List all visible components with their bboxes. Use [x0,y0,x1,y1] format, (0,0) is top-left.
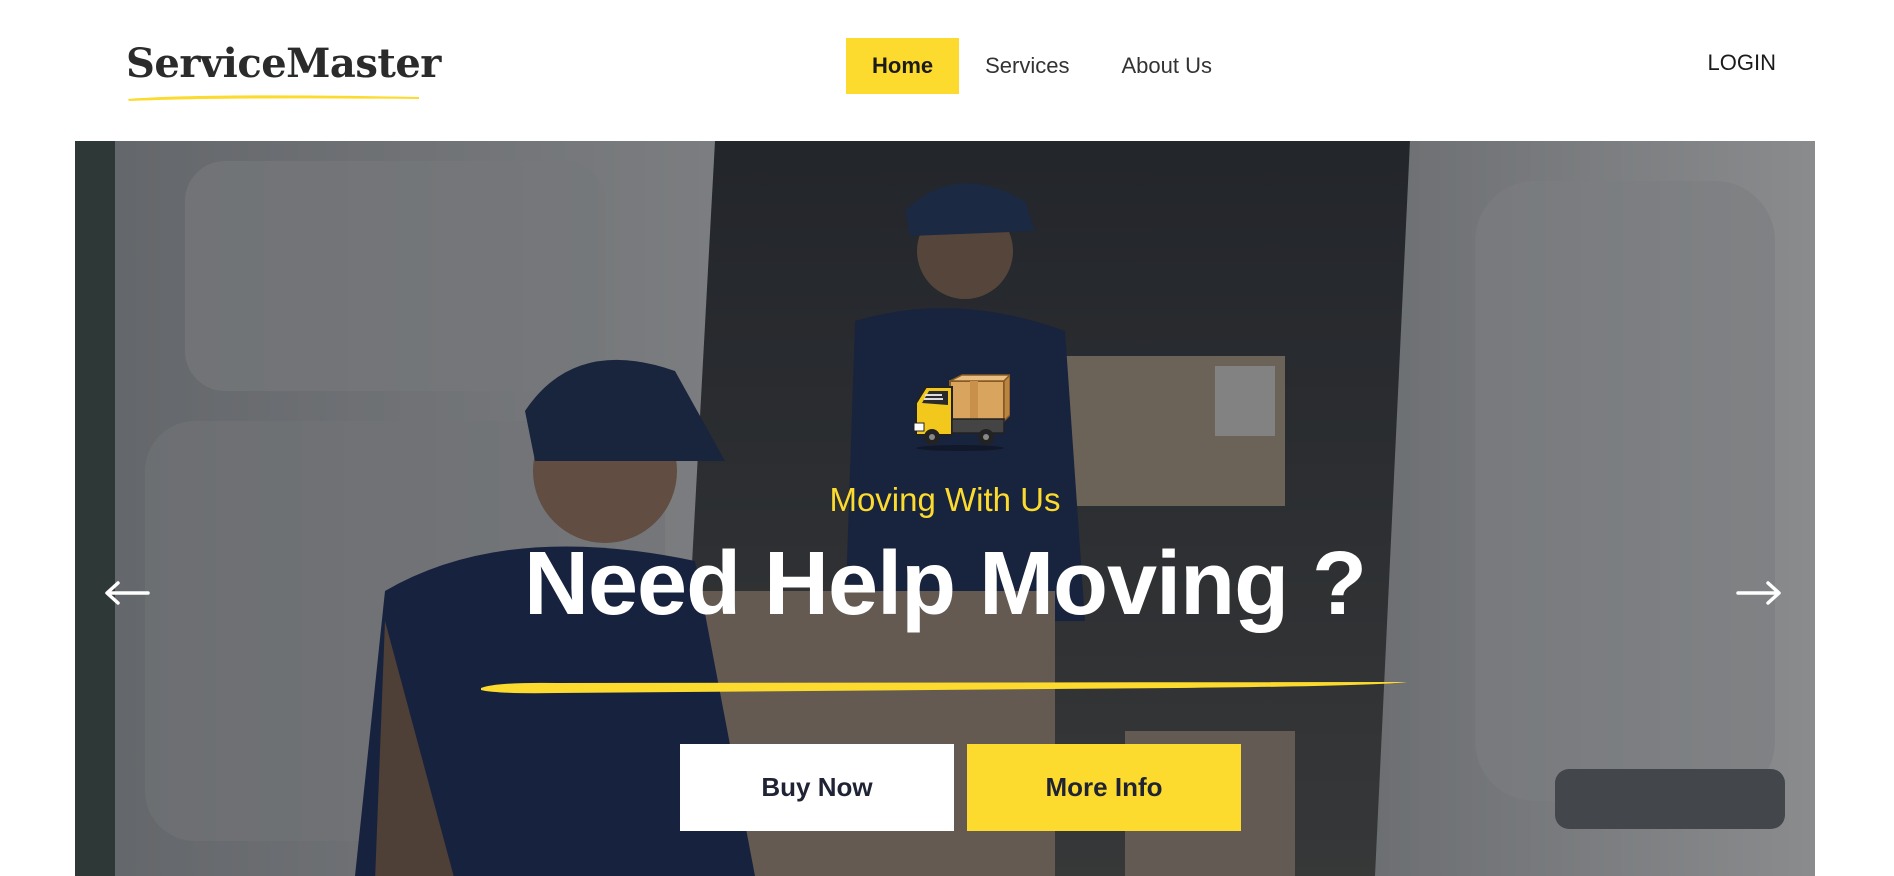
login-link[interactable]: LOGIN [1708,50,1776,76]
hero-subtitle: Moving With Us [829,481,1061,518]
nav-item-label: Services [985,53,1070,78]
nav-item-label: Home [872,53,934,78]
slider-prev-button[interactable] [97,563,157,623]
nav-item-label: About Us [1121,53,1212,78]
site-header: ServiceMaster Home Services About Us LOG… [0,0,1894,141]
buy-now-button[interactable]: Buy Now [680,744,954,831]
nav-item-home[interactable]: Home [846,38,960,94]
nav-item-about-us[interactable]: About Us [1095,38,1238,94]
hero-title: Need Help Moving ? [523,534,1367,634]
main-nav: Home Services About Us [846,38,1238,94]
arrow-right-icon [1736,581,1781,605]
nav-item-services[interactable]: Services [959,38,1095,94]
arrow-left-icon [105,581,150,605]
logo-text: ServiceMaster [126,40,441,87]
hero-title-underline [481,682,1407,694]
delivery-truck-icon [913,373,1010,451]
logo[interactable]: ServiceMaster [126,40,441,106]
hero-slider: Moving With Us Need Help Moving ? Buy No… [75,141,1815,876]
logo-underline [128,95,419,101]
slider-next-button[interactable] [1729,563,1789,623]
more-info-button[interactable]: More Info [967,744,1241,831]
